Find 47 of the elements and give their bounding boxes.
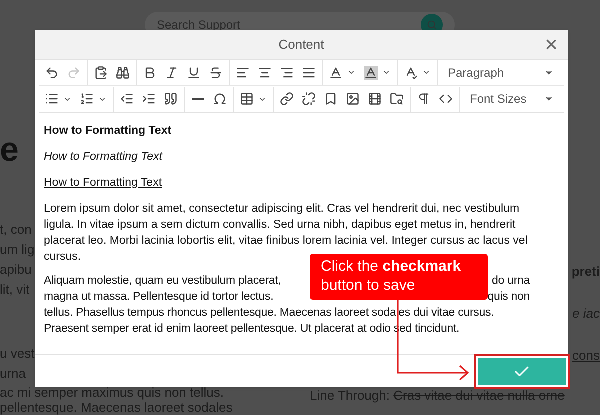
dialog-title: Content (278, 36, 324, 54)
pilcrow-icon (417, 92, 431, 106)
paragraph-text: do urna (492, 274, 530, 289)
heading-text: How to Formatting Text (44, 124, 173, 139)
quote-icon (164, 92, 178, 106)
paragraph-text: magna ut massa. Pellentesque id tortor lectus. (44, 290, 274, 305)
align-center-icon (258, 66, 272, 80)
align-justify-icon (302, 66, 316, 80)
outdent-icon (120, 92, 134, 106)
unlink-icon (302, 92, 316, 106)
paragraph-text: quis non (488, 290, 530, 305)
numbered-list-icon (80, 92, 94, 106)
redo-icon (67, 66, 81, 80)
italic-icon (165, 66, 179, 80)
caret-icon (347, 68, 356, 77)
code-icon (439, 92, 453, 106)
heading-text: How to Formatting Text (44, 150, 164, 165)
paragraph-text: Aliquam molestie, quam eu vestibulum placerat, (44, 274, 282, 289)
film-icon (368, 92, 382, 106)
horizontal-line-icon (192, 98, 204, 100)
folder-search-icon (390, 92, 404, 106)
strikethrough-icon (209, 66, 223, 80)
paste-icon (94, 66, 108, 80)
image-icon (346, 92, 360, 106)
caret-icon (382, 68, 391, 77)
bookmark-icon (324, 92, 338, 106)
indent-icon (142, 92, 156, 106)
binoculars-icon (116, 66, 130, 80)
omega-icon (213, 92, 227, 106)
table-icon (240, 92, 254, 106)
link-icon (280, 92, 294, 106)
bold-icon (143, 66, 157, 80)
search-icon (427, 20, 437, 30)
undo-icon (45, 66, 59, 80)
highlight-color-icon (364, 66, 378, 80)
close-button[interactable]: × (545, 34, 558, 56)
text-color-icon (329, 66, 343, 80)
bullet-list-icon (45, 92, 59, 106)
align-right-icon (280, 66, 294, 80)
spellcheck-icon (404, 66, 418, 80)
background-text: e (0, 130, 19, 170)
underline-icon (187, 66, 201, 80)
align-left-icon (236, 66, 250, 80)
caret-icon (422, 68, 431, 77)
format-select[interactable]: Paragraph (440, 60, 562, 85)
heading-text: How to Formatting Text (44, 176, 164, 191)
format-select[interactable]: Font Sizes (462, 86, 562, 112)
